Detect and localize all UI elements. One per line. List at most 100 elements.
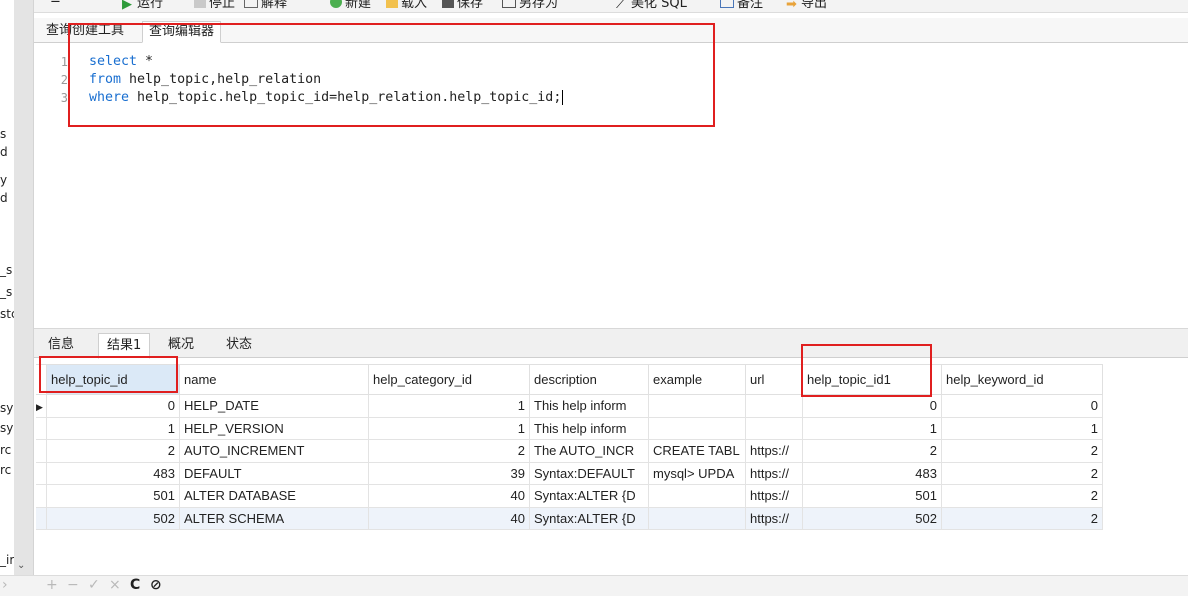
table-row[interactable]: 502 ALTER SCHEMA 40 Syntax:ALTER {D https://… [36,506,1103,530]
sidebar-fragment[interactable]: _s [0,285,12,299]
table-cell[interactable]: HELP_DATE [179,394,369,418]
table-row[interactable]: ▶ 0 HELP_DATE 1 This help inform 0 0 [36,394,1103,418]
sidebar-fragment[interactable]: d [0,191,8,205]
result-grid[interactable]: help_topic_id name help_category_id desc… [36,364,1103,530]
sidebar-fragment[interactable]: rc [0,463,11,477]
column-header[interactable]: example [648,364,746,395]
table-cell[interactable]: This help inform [529,416,649,440]
table-cell[interactable]: 483 [802,461,942,485]
row-indicator[interactable] [36,506,47,530]
table-cell[interactable]: This help inform [529,394,649,418]
table-cell[interactable]: CREATE TABL [648,439,746,463]
table-row[interactable]: 483 DEFAULT 39 Syntax:DEFAULT mysql> UPDA htt… [36,461,1103,485]
table-cell[interactable]: 1 [368,416,530,440]
table-cell[interactable] [745,416,803,440]
table-cell[interactable]: 2 [802,439,942,463]
row-indicator[interactable] [36,416,47,440]
sidebar-fragment[interactable]: stc [0,307,14,321]
table-cell[interactable]: 1 [941,416,1103,440]
table-cell[interactable]: ALTER SCHEMA [179,506,369,530]
column-header[interactable]: url [745,364,803,395]
table-cell[interactable]: 39 [368,461,530,485]
row-indicator[interactable] [36,484,47,508]
table-cell[interactable]: 2 [941,461,1103,485]
tab-query-builder[interactable]: 查询创建工具 [40,21,130,41]
tab-status[interactable]: 状态 [218,333,260,357]
new-button[interactable]: 新建 [330,0,371,11]
table-cell[interactable]: 483 [46,461,180,485]
table-cell[interactable]: Syntax:DEFAULT [529,461,649,485]
table-row[interactable]: 2 AUTO_INCREMENT 2 The AUTO_INCR CREATE TABL… [36,439,1103,463]
explain-button[interactable]: 解释 [244,0,287,11]
table-cell[interactable]: 501 [802,484,942,508]
chevron-right-icon[interactable]: › [2,577,8,593]
table-cell[interactable]: 0 [941,394,1103,418]
chevron-down-icon[interactable]: ⌄ [17,560,25,571]
save-as-button[interactable]: 另存为 [502,0,558,11]
sidebar-fragment[interactable]: y [0,173,7,187]
tab-info[interactable]: 信息 [40,333,82,357]
table-cell[interactable]: 2 [46,439,180,463]
table-cell[interactable]: 1 [802,416,942,440]
table-cell[interactable] [745,394,803,418]
column-header[interactable]: name [179,364,369,395]
sql-code[interactable]: select * from help_topic,help_relation whe… [89,53,564,107]
apply-changes-button[interactable]: ✓ [88,577,100,593]
table-cell[interactable] [648,394,746,418]
table-cell[interactable]: mysql> UPDA [648,461,746,485]
refresh-button[interactable]: C [130,577,140,593]
table-cell[interactable]: 0 [46,394,180,418]
table-cell[interactable]: 40 [368,506,530,530]
menu-button[interactable]: ≡ [50,0,61,7]
sidebar-scrollbar[interactable]: ⌄ [14,0,34,575]
sidebar-fragment[interactable]: sy [0,421,13,435]
sidebar-fragment[interactable]: sy [0,401,13,415]
table-cell[interactable]: ALTER DATABASE [179,484,369,508]
table-cell[interactable]: https:// [745,461,803,485]
run-button[interactable]: ▶ 运行 [122,0,163,12]
table-cell[interactable]: https:// [745,506,803,530]
table-cell[interactable]: HELP_VERSION [179,416,369,440]
export-button[interactable]: ➡ 导出 [786,0,827,12]
table-cell[interactable]: 1 [368,394,530,418]
table-cell[interactable]: https:// [745,439,803,463]
table-cell[interactable]: 2 [941,439,1103,463]
table-cell[interactable]: 40 [368,484,530,508]
row-indicator[interactable]: ▶ [36,394,47,418]
table-cell[interactable]: 502 [46,506,180,530]
delete-record-button[interactable]: − [67,577,79,593]
sidebar-fragment[interactable]: _ir [0,553,14,567]
table-cell[interactable]: 0 [802,394,942,418]
table-row[interactable]: 1 HELP_VERSION 1 This help inform 1 1 [36,416,1103,440]
sidebar-fragment[interactable]: d [0,145,8,159]
discard-changes-button[interactable]: × [109,577,121,593]
table-cell[interactable]: 1 [46,416,180,440]
add-record-button[interactable]: + [46,577,58,593]
table-cell[interactable] [648,484,746,508]
stop-button[interactable]: ⊘ [150,577,162,593]
table-cell[interactable]: DEFAULT [179,461,369,485]
save-button[interactable]: 保存 [442,0,483,11]
sidebar-fragment[interactable]: s [0,127,6,141]
table-cell[interactable]: 502 [802,506,942,530]
table-cell[interactable]: 501 [46,484,180,508]
table-cell[interactable]: https:// [745,484,803,508]
load-button[interactable]: 载入 [386,0,427,11]
sidebar-fragment[interactable]: rc [0,443,11,457]
table-cell[interactable] [648,416,746,440]
sql-editor[interactable]: 1 2 3 select * from help_topic,help_relat… [34,43,1188,326]
column-header[interactable]: help_category_id [368,364,530,395]
row-indicator[interactable] [36,461,47,485]
tab-result-1[interactable]: 结果1 [98,333,151,359]
comment-button[interactable]: 备注 [720,0,763,11]
table-cell[interactable]: AUTO_INCREMENT [179,439,369,463]
sidebar-fragment[interactable]: _s [0,263,12,277]
table-cell[interactable]: The AUTO_INCR [529,439,649,463]
beautify-sql-button[interactable]: ⟋ 美化 SQL [616,0,687,12]
object-sidebar[interactable]: s d y d _s _s stc sy sy rc rc _ir [0,0,14,595]
table-cell[interactable]: Syntax:ALTER {D [529,484,649,508]
tab-profile[interactable]: 概况 [160,333,202,357]
table-cell[interactable]: 2 [941,484,1103,508]
table-row[interactable]: 501 ALTER DATABASE 40 Syntax:ALTER {D https:… [36,484,1103,508]
column-header[interactable]: description [529,364,649,395]
